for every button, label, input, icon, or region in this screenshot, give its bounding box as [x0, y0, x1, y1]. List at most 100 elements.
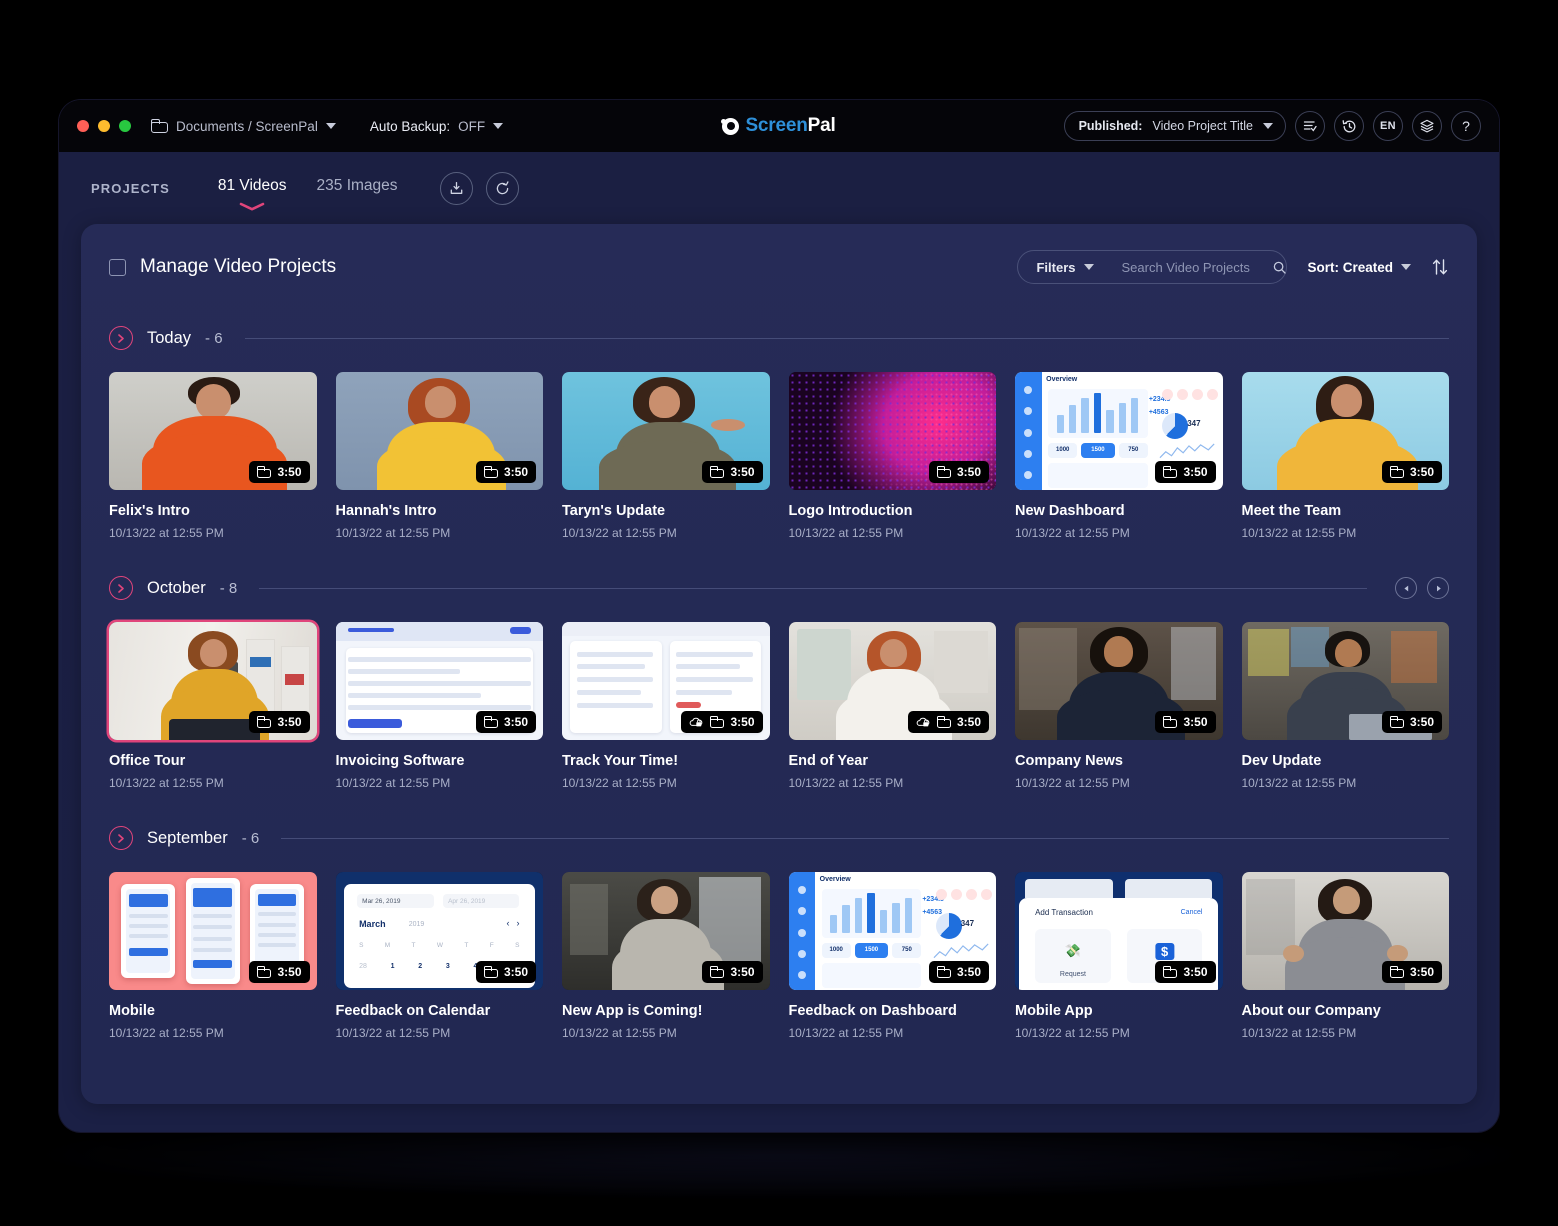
group-expand-button[interactable] — [109, 826, 133, 850]
project-card[interactable]: 3:50 New App is Coming! 10/13/22 at 12:5… — [562, 872, 770, 1040]
card-date: 10/13/22 at 12:55 PM — [1015, 1026, 1130, 1040]
project-card[interactable]: 3:50 Invoicing Software 10/13/22 at 12:5… — [335, 622, 543, 790]
project-card[interactable]: Add Transaction Cancel 💸 Request $ 3:50 … — [1015, 872, 1223, 1040]
select-all-checkbox[interactable] — [109, 258, 126, 276]
card-thumbnail[interactable]: Mar 26, 2019 Apr 26, 2019 March 2019 ‹ › … — [335, 872, 543, 990]
project-card[interactable]: 3:50 Logo Introduction 10/13/22 at 12:55… — [788, 372, 996, 540]
card-title: Dev Update — [1241, 753, 1322, 769]
card-thumbnail[interactable]: 3:50 — [335, 372, 543, 490]
sort-direction-button[interactable] — [1431, 257, 1449, 277]
card-title: Invoicing Software — [335, 753, 465, 769]
duration-label: 3:50 — [1183, 965, 1208, 979]
project-card[interactable]: 3:50 About our Company 10/13/22 at 12:55… — [1241, 872, 1449, 1040]
language-button[interactable]: EN — [1373, 111, 1403, 141]
auto-backup-selector[interactable]: Auto Backup: OFF — [370, 119, 504, 134]
group-expand-button[interactable] — [109, 576, 133, 600]
titlebar-actions: Published: Video Project Title EN ? — [1063, 111, 1481, 141]
calendar-day-row: 281234 — [359, 962, 477, 970]
project-card[interactable]: Mar 26, 2019 Apr 26, 2019 March 2019 ‹ › … — [335, 872, 543, 1040]
project-card[interactable]: 3:50 Company News 10/13/22 at 12:55 PM — [1015, 622, 1223, 790]
project-card[interactable]: Overview +234.5 +4563 347 1000 1500 750 … — [788, 872, 996, 1040]
close-window-button[interactable] — [77, 120, 89, 132]
checklist-button[interactable] — [1295, 111, 1325, 141]
group-expand-button[interactable] — [109, 326, 133, 350]
card-thumbnail[interactable]: 3:50 — [788, 622, 996, 740]
card-thumbnail[interactable]: Overview +234.5 +4563 347 1000 1500 750 … — [788, 872, 996, 990]
chevron-right-icon — [118, 833, 124, 843]
card-thumbnail[interactable]: 3:50 — [1241, 872, 1449, 990]
project-card[interactable]: 3:50 End of Year 10/13/22 at 12:55 PM — [788, 622, 996, 790]
card-thumbnail[interactable]: 3:50 — [562, 372, 770, 490]
project-publish-selector[interactable]: Published: Video Project Title — [1063, 111, 1286, 141]
minimize-window-button[interactable] — [98, 120, 110, 132]
card-thumbnail[interactable]: 3:50 — [788, 372, 996, 490]
chevron-down-icon — [1401, 264, 1411, 270]
card-date: 10/13/22 at 12:55 PM — [1015, 776, 1130, 790]
card-thumbnail[interactable]: 3:50 — [335, 622, 543, 740]
card-date: 10/13/22 at 12:55 PM — [788, 526, 904, 540]
project-card[interactable]: Overview +234.5 +4563 347 1000 1500 750 … — [1015, 372, 1223, 540]
breadcrumb-folder-selector[interactable]: Documents / ScreenPal — [151, 119, 336, 134]
project-card[interactable]: 3:50 Felix's Intro 10/13/22 at 12:55 PM — [109, 372, 317, 540]
folder-icon — [483, 466, 498, 478]
calendar-to-label: Apr 26, 2019 — [443, 894, 520, 909]
restore-button[interactable] — [485, 171, 519, 205]
project-card[interactable]: 3:50 Hannah's Intro 10/13/22 at 12:55 PM — [335, 372, 543, 540]
publish-status-label: Published: — [1078, 119, 1143, 133]
layers-button[interactable] — [1412, 111, 1442, 141]
search-button[interactable] — [1272, 260, 1287, 275]
checklist-icon — [1303, 121, 1317, 132]
dashboard-overview-label: Overview — [1046, 375, 1078, 383]
card-thumbnail[interactable]: 3:50 — [1015, 622, 1223, 740]
duration-badge: 3:50 — [249, 711, 310, 733]
tab-images[interactable]: 235 Images — [317, 177, 398, 199]
tab-videos[interactable]: 81 Videos — [218, 177, 287, 211]
project-card[interactable]: 3:50 Taryn's Update 10/13/22 at 12:55 PM — [562, 372, 770, 540]
duration-label: 3:50 — [956, 715, 981, 729]
card-title: Feedback on Calendar — [335, 1003, 491, 1019]
card-title: Feedback on Dashboard — [788, 1003, 957, 1019]
project-card-selected[interactable]: 3:50 Office Tour 10/13/22 at 12:55 PM — [109, 622, 317, 790]
card-thumbnail[interactable]: 3:50 — [109, 372, 317, 490]
folder-icon — [710, 716, 725, 728]
card-date: 10/13/22 at 12:55 PM — [335, 526, 451, 540]
card-grid: 3:50 Mobile 10/13/22 at 12:55 PM Mar 26,… — [109, 872, 1449, 1040]
carousel-prev-button[interactable] — [1395, 577, 1417, 599]
history-button[interactable] — [1334, 111, 1364, 141]
folder-icon — [1389, 716, 1404, 728]
project-card[interactable]: 3:50 Dev Update 10/13/22 at 12:55 PM — [1241, 622, 1449, 790]
card-date: 10/13/22 at 12:55 PM — [335, 776, 451, 790]
duration-label: 3:50 — [1409, 715, 1434, 729]
window-controls[interactable] — [77, 120, 131, 132]
project-card[interactable]: 3:50 Mobile 10/13/22 at 12:55 PM — [109, 872, 317, 1040]
app-window: Documents / ScreenPal Auto Backup: OFF S… — [59, 100, 1499, 1132]
calendar-month-label: March — [359, 919, 386, 930]
project-card[interactable]: 3:50 Track Your Time! 10/13/22 at 12:55 … — [562, 622, 770, 790]
logo-text-pal: Pal — [807, 115, 836, 136]
card-thumbnail[interactable]: Add Transaction Cancel 💸 Request $ 3:50 — [1015, 872, 1223, 990]
folder-icon — [257, 466, 272, 478]
group-name: September — [147, 828, 228, 847]
import-button[interactable] — [439, 171, 473, 205]
project-card[interactable]: 3:50 Meet the Team 10/13/22 at 12:55 PM — [1241, 372, 1449, 540]
card-thumbnail[interactable]: 3:50 — [562, 622, 770, 740]
help-button[interactable]: ? — [1451, 111, 1481, 141]
card-grid: 3:50 Office Tour 10/13/22 at 12:55 PM 3:… — [109, 622, 1449, 790]
card-thumbnail[interactable]: 3:50 — [109, 622, 317, 740]
maximize-window-button[interactable] — [119, 120, 131, 132]
sort-selector[interactable]: Sort: Created — [1307, 260, 1411, 275]
card-thumbnail[interactable]: 3:50 — [562, 872, 770, 990]
card-thumbnail[interactable]: 3:50 — [1241, 622, 1449, 740]
filters-button[interactable]: Filters — [1036, 260, 1094, 275]
duration-label: 3:50 — [956, 965, 981, 979]
card-thumbnail[interactable]: 3:50 — [1241, 372, 1449, 490]
card-date: 10/13/22 at 12:55 PM — [1241, 526, 1357, 540]
duration-label: 3:50 — [277, 715, 302, 729]
card-thumbnail[interactable]: Overview +234.5 +4563 347 1000 1500 750 … — [1015, 372, 1223, 490]
card-thumbnail[interactable]: 3:50 — [109, 872, 317, 990]
folder-icon — [483, 716, 498, 728]
carousel-next-button[interactable] — [1427, 577, 1449, 599]
search-input[interactable] — [1121, 259, 1272, 275]
duration-label: 3:50 — [730, 715, 755, 729]
group-header: September - 6 — [109, 816, 1449, 860]
